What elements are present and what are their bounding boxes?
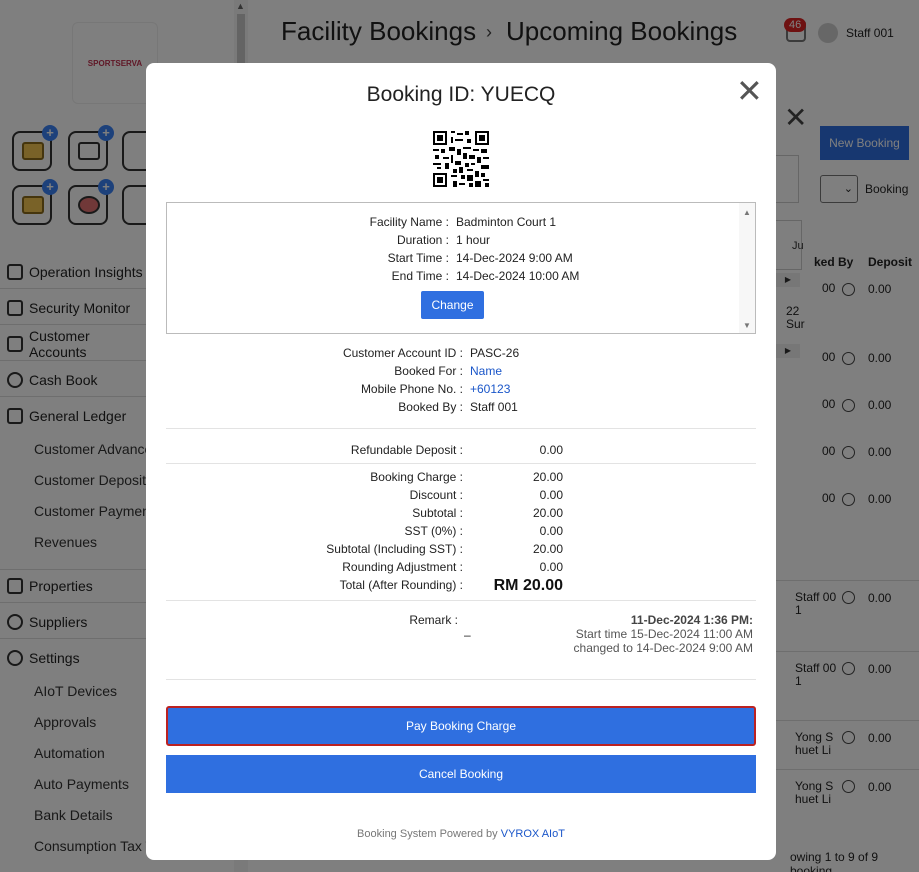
scroll-down-icon[interactable]: ▼ [743, 321, 751, 330]
rounding-value: 0.00 [539, 560, 563, 574]
sst-value: 0.00 [539, 524, 563, 538]
remark-log-time: 11-Dec-2024 1:36 PM: [630, 613, 753, 627]
total-label: Total (After Rounding) : [339, 578, 463, 592]
pay-booking-charge-button[interactable]: Pay Booking Charge [166, 706, 756, 746]
start-time-value: 14-Dec-2024 9:00 AM [456, 251, 573, 265]
facility-name-value: Badminton Court 1 [456, 215, 557, 229]
remark-value: – [464, 628, 471, 642]
refundable-deposit-label: Refundable Deposit : [350, 443, 463, 457]
customer-account-label: Customer Account ID : [342, 346, 463, 360]
change-button[interactable]: Change [421, 291, 484, 319]
divider [166, 463, 756, 464]
booked-for-label: Booked For : [394, 364, 463, 378]
booked-by-value: Staff 001 [470, 400, 518, 414]
end-time-label: End Time : [391, 269, 449, 283]
subtotal-label: Subtotal : [412, 506, 463, 520]
divider [166, 600, 756, 601]
duration-label: Duration : [396, 233, 449, 247]
subtotal-sst-label: Subtotal (Including SST) : [326, 542, 463, 556]
brand-link[interactable]: VYROX AIoT [501, 828, 565, 840]
cancel-booking-button[interactable]: Cancel Booking [166, 755, 756, 793]
booking-detail-modal: Booking ID: YUECQ ✕ ▲ ▼ Facility Name : B… [146, 63, 776, 860]
booking-charge-value: 20.00 [532, 470, 563, 484]
divider [166, 428, 756, 429]
refundable-deposit-value: 0.00 [539, 443, 563, 457]
remark-label: Remark : [409, 613, 458, 627]
subtotal-sst-value: 20.00 [532, 542, 563, 556]
powered-by-text: Booking System Powered by [357, 828, 498, 840]
total-value: RM 20.00 [493, 577, 563, 594]
booked-by-label: Booked By : [398, 400, 463, 414]
remark-log-line-2: changed to 14-Dec-2024 9:00 AM [573, 641, 753, 655]
powered-by-footer: Booking System Powered by VYROX AIoT [146, 828, 776, 840]
scroll-up-icon[interactable]: ▲ [743, 208, 751, 217]
sst-label: SST (0%) : [404, 524, 463, 538]
qr-code [433, 131, 489, 187]
close-icon[interactable]: ✕ [736, 75, 763, 107]
discount-label: Discount : [409, 488, 463, 502]
booking-charge-label: Booking Charge : [370, 470, 463, 484]
mobile-phone-label: Mobile Phone No. : [360, 382, 463, 396]
facility-scrollbar[interactable]: ▲ ▼ [739, 203, 755, 333]
booked-for-link[interactable]: Name [470, 364, 502, 378]
facility-name-label: Facility Name : [369, 215, 449, 229]
divider [166, 679, 756, 680]
customer-account-value: PASC-26 [470, 346, 520, 360]
discount-value: 0.00 [539, 488, 563, 502]
subtotal-value: 20.00 [532, 506, 563, 520]
booking-id-title: Booking ID: YUECQ [366, 83, 556, 106]
rounding-label: Rounding Adjustment : [342, 560, 463, 574]
remark-log-line-1: Start time 15-Dec-2024 11:00 AM [575, 627, 753, 641]
duration-value: 1 hour [456, 233, 491, 247]
mobile-phone-link[interactable]: +60123 [470, 382, 510, 396]
end-time-value: 14-Dec-2024 10:00 AM [456, 269, 580, 283]
start-time-label: Start Time : [387, 251, 449, 265]
